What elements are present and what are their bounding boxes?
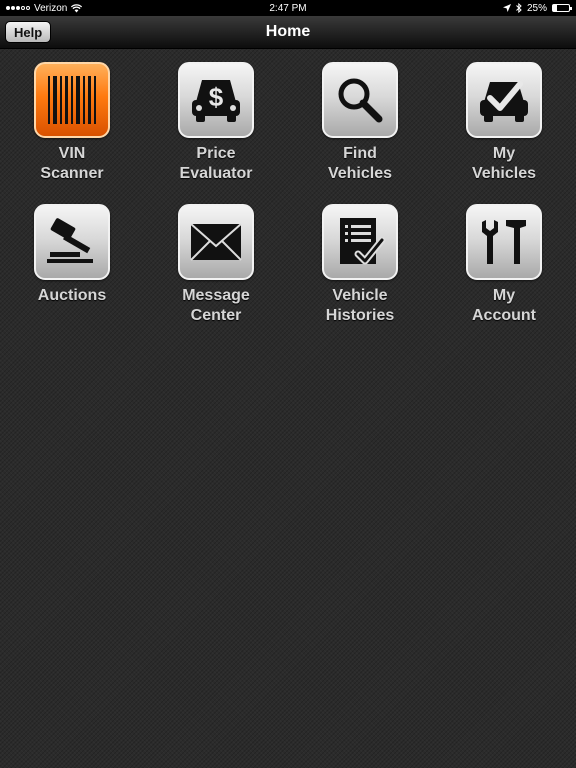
- help-button[interactable]: Help: [5, 21, 52, 43]
- barcode-icon: [48, 76, 96, 124]
- message-center-button[interactable]: [178, 204, 254, 280]
- my-account-button[interactable]: [466, 204, 542, 280]
- gavel-icon: [47, 218, 93, 263]
- carrier-name: Verizon: [34, 2, 68, 14]
- battery-percent: 25%: [526, 2, 547, 14]
- signal-dots-icon: [6, 6, 30, 10]
- auctions-button[interactable]: [34, 204, 110, 280]
- vehicle-histories-button[interactable]: [322, 204, 398, 280]
- tile-label: Price Evaluator: [179, 145, 253, 182]
- tools-icon: [482, 220, 526, 264]
- my-vehicles-button[interactable]: [466, 62, 542, 138]
- location-arrow-icon: [502, 4, 511, 12]
- checklist-icon: [340, 218, 386, 265]
- home-grid: VIN Scanner $ Price Evaluator Find Vehic…: [0, 62, 576, 326]
- magnifier-icon: [338, 78, 383, 123]
- tile-label: My Account: [472, 287, 536, 324]
- vin-scanner-button[interactable]: [34, 62, 110, 138]
- status-bar: Verizon 2:47 PM 25%: [0, 0, 576, 16]
- nav-bar: Help Home: [0, 16, 576, 49]
- tile-label: Find Vehicles: [327, 145, 393, 182]
- svg-text:$: $: [209, 82, 224, 112]
- find-vehicles-button[interactable]: [322, 62, 398, 138]
- battery-icon: [552, 4, 572, 12]
- find-vehicles-tile[interactable]: Find Vehicles: [288, 62, 432, 184]
- car-check-icon: [480, 81, 528, 122]
- bluetooth-icon: [516, 3, 522, 13]
- tile-label: Auctions: [37, 287, 107, 304]
- envelope-icon: [190, 223, 242, 261]
- price-evaluator-button[interactable]: $: [178, 62, 254, 138]
- my-account-tile[interactable]: My Account: [432, 204, 576, 326]
- tile-label: My Vehicles: [471, 145, 537, 182]
- wifi-icon: [71, 3, 83, 12]
- price-evaluator-tile[interactable]: $ Price Evaluator: [144, 62, 288, 184]
- tile-label: VIN Scanner: [40, 145, 104, 182]
- tile-label: Vehicle Histories: [325, 287, 395, 324]
- auctions-tile[interactable]: Auctions: [0, 204, 144, 326]
- price-car-icon: $: [192, 80, 240, 122]
- message-center-tile[interactable]: Message Center: [144, 204, 288, 326]
- tile-label: Message Center: [182, 287, 250, 324]
- vehicle-histories-tile[interactable]: Vehicle Histories: [288, 204, 432, 326]
- my-vehicles-tile[interactable]: My Vehicles: [432, 62, 576, 184]
- vin-scanner-tile[interactable]: VIN Scanner: [0, 62, 144, 184]
- page-title: Home: [265, 23, 311, 40]
